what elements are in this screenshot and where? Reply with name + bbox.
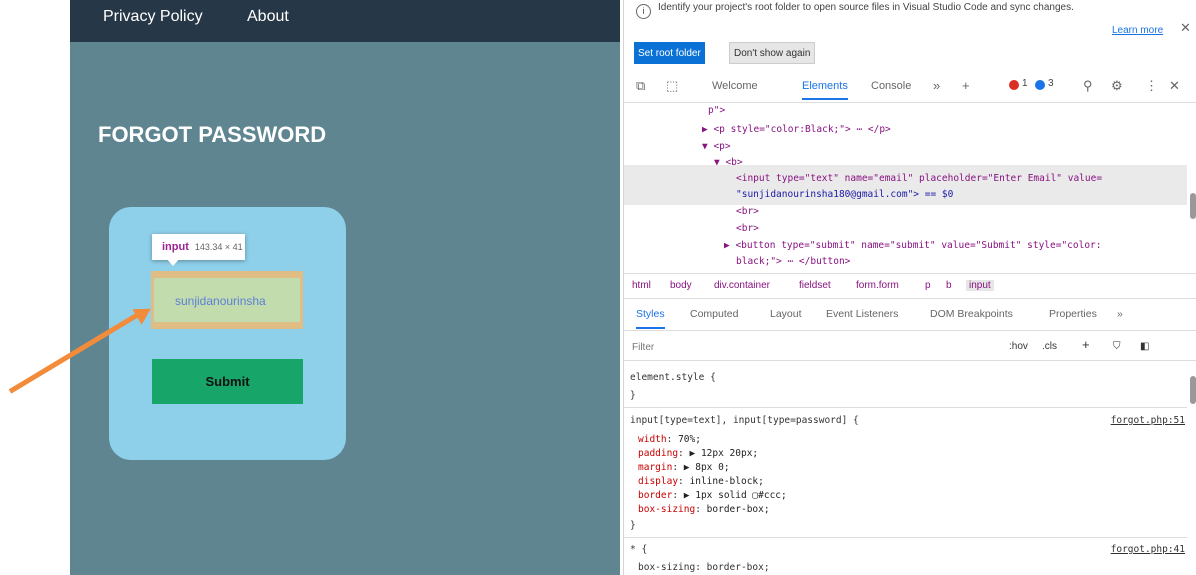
- inspect-tooltip: input 143.34 × 41: [152, 234, 245, 260]
- dont-show-again-button[interactable]: Don't show again: [729, 42, 816, 64]
- breadcrumb-form[interactable]: form.form: [856, 280, 899, 291]
- element-style-close: }: [630, 390, 636, 401]
- kebab-menu-icon[interactable]: ⋮: [1145, 78, 1158, 94]
- email-input-value: sunjidanourinsha: [175, 294, 266, 308]
- tooltip-pointer: [166, 258, 180, 266]
- subtab-computed[interactable]: Computed: [690, 308, 738, 320]
- error-count[interactable]: 1: [1022, 78, 1028, 89]
- element-style-selector[interactable]: element.style {: [630, 372, 716, 383]
- breadcrumb: html body div.container fieldset form.fo…: [624, 273, 1196, 299]
- subtab-dom-breakpoints[interactable]: DOM Breakpoints: [930, 308, 1013, 320]
- tab-elements[interactable]: Elements: [802, 80, 848, 100]
- dom-line[interactable]: <br>: [736, 206, 759, 217]
- breadcrumb-html[interactable]: html: [632, 280, 651, 291]
- breadcrumb-p[interactable]: p: [925, 280, 931, 291]
- close-devtools-icon[interactable]: ✕: [1169, 78, 1180, 94]
- css-prop[interactable]: padding: ▶ 12px 20px;: [638, 448, 758, 459]
- css-prop[interactable]: box-sizing: border-box;: [638, 504, 770, 515]
- more-subtabs-icon[interactable]: »: [1117, 308, 1123, 320]
- sidebar-toggle-icon[interactable]: ◧: [1140, 341, 1149, 352]
- rule-close: }: [630, 520, 636, 531]
- tab-console[interactable]: Console: [871, 80, 911, 92]
- top-navbar: Privacy Policy About: [70, 0, 620, 42]
- breadcrumb-fieldset[interactable]: fieldset: [799, 280, 831, 291]
- dom-line[interactable]: ▶ <p style="color:Black;"> ⋯ </p>: [702, 124, 891, 135]
- set-root-folder-button[interactable]: Set root folder: [634, 42, 705, 64]
- error-icon[interactable]: [1009, 80, 1019, 90]
- dom-line[interactable]: black;"> ⋯ </button>: [736, 256, 850, 267]
- more-tabs-icon[interactable]: »: [933, 78, 940, 93]
- styles-filter-bar: Filter :hov .cls + ⛉ ◧: [624, 334, 1196, 361]
- tab-welcome[interactable]: Welcome: [712, 80, 758, 92]
- filter-input[interactable]: Filter: [632, 342, 654, 353]
- close-icon[interactable]: ✕: [1180, 20, 1191, 36]
- css-prop[interactable]: width: 70%;: [638, 434, 701, 445]
- breadcrumb-body[interactable]: body: [670, 280, 692, 291]
- styles-subtabs: Styles Computed Layout Event Listeners D…: [624, 298, 1196, 331]
- dom-line[interactable]: ▼ <p>: [702, 141, 731, 152]
- device-toolbar-icon[interactable]: ⧉: [636, 78, 645, 94]
- dom-tree: p"> ▶ <p style="color:Black;"> ⋯ </p> ▼ …: [624, 103, 1196, 273]
- devtools-tabbar: ⧉ ⬚ Welcome Elements Console » + 1 3 ⚲ ⚙…: [624, 72, 1196, 103]
- breadcrumb-b[interactable]: b: [946, 280, 952, 291]
- styles-scrollbar[interactable]: [1190, 376, 1196, 404]
- styles-pane: element.style { } input[type=text], inpu…: [624, 362, 1196, 575]
- rule-divider: [624, 407, 1187, 408]
- nav-privacy-policy[interactable]: Privacy Policy: [103, 8, 203, 26]
- nav-about[interactable]: About: [247, 8, 289, 26]
- subtab-styles[interactable]: Styles: [636, 308, 665, 329]
- universal-prop[interactable]: box-sizing: border-box;: [638, 562, 770, 573]
- add-tab-icon[interactable]: +: [962, 78, 970, 93]
- subtab-layout[interactable]: Layout: [770, 308, 802, 320]
- dom-line[interactable]: p">: [708, 105, 725, 116]
- universal-selector[interactable]: * {: [630, 544, 647, 555]
- inspect-element-icon[interactable]: ⬚: [666, 78, 678, 94]
- banner-text: Identify your project's root folder to o…: [658, 2, 1074, 13]
- submit-button[interactable]: Submit: [152, 359, 303, 404]
- webpage-panel: Privacy Policy About FORGOT PASSWORD sun…: [70, 0, 620, 575]
- share-icon[interactable]: ⚲: [1083, 78, 1093, 94]
- rule-source-link[interactable]: forgot.php:51: [1111, 415, 1185, 426]
- message-icon[interactable]: [1035, 80, 1045, 90]
- dom-line[interactable]: ▼ <b>: [714, 157, 743, 168]
- rule-selector[interactable]: input[type=text], input[type=password] {: [630, 415, 859, 426]
- universal-source-link[interactable]: forgot.php:41: [1111, 544, 1185, 555]
- tooltip-dimensions: 143.34 × 41: [194, 242, 243, 252]
- css-prop[interactable]: border: ▶ 1px solid ▢#ccc;: [638, 490, 787, 501]
- subtab-properties[interactable]: Properties: [1049, 308, 1097, 320]
- dom-scrollbar[interactable]: [1190, 193, 1196, 219]
- rule-divider: [624, 537, 1187, 538]
- dom-line[interactable]: ▶ <button type="submit" name="submit" va…: [724, 240, 1102, 251]
- dom-line[interactable]: <br>: [736, 223, 759, 234]
- hover-state-button[interactable]: :hov: [1009, 341, 1028, 352]
- class-toggle-button[interactable]: .cls: [1042, 341, 1057, 352]
- devtools-panel: i Identify your project's root folder to…: [623, 0, 1196, 575]
- tooltip-tag: input: [162, 241, 189, 253]
- learn-more-link[interactable]: Learn more: [1112, 25, 1163, 36]
- dom-line-selected-cont[interactable]: "sunjidanourinsha180@gmail.com"> == $0: [736, 189, 953, 200]
- css-prop[interactable]: margin: ▶ 8px 0;: [638, 462, 730, 473]
- subtab-event-listeners[interactable]: Event Listeners: [826, 308, 898, 320]
- css-prop[interactable]: display: inline-block;: [638, 476, 764, 487]
- settings-gear-icon[interactable]: ⚙: [1111, 78, 1123, 94]
- message-count[interactable]: 3: [1048, 78, 1054, 89]
- breadcrumb-div-container[interactable]: div.container: [714, 280, 770, 291]
- paint-icon[interactable]: ⛉: [1113, 341, 1121, 352]
- new-rule-icon[interactable]: +: [1082, 337, 1090, 352]
- page-title: FORGOT PASSWORD: [98, 122, 327, 147]
- info-icon: i: [636, 4, 651, 19]
- dom-line-selected[interactable]: <input type="text" name="email" placehol…: [736, 173, 1102, 184]
- breadcrumb-input[interactable]: input: [966, 280, 994, 291]
